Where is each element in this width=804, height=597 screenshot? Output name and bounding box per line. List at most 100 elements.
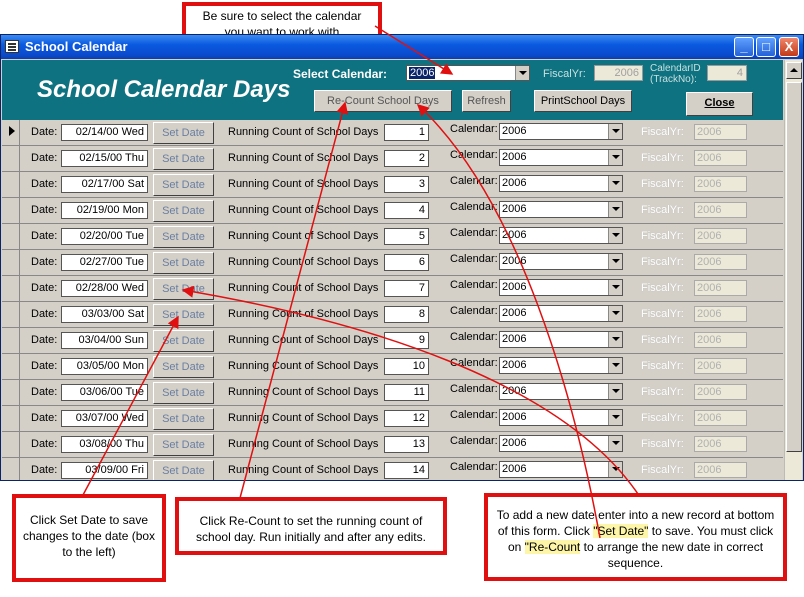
maximize-button[interactable]: □ [756, 37, 776, 57]
running-count-field[interactable]: 2 [384, 150, 429, 167]
set-date-button[interactable]: Set Date [153, 434, 214, 456]
calendar-combo[interactable]: 2006 [499, 253, 623, 270]
set-date-button[interactable]: Set Date [153, 460, 214, 480]
chevron-down-icon[interactable] [608, 436, 622, 451]
title-bar[interactable]: School Calendar _ □ X [1, 35, 803, 59]
chevron-down-icon[interactable] [608, 280, 622, 295]
record-selector[interactable] [2, 250, 20, 275]
calendar-combo[interactable]: 2006 [499, 357, 623, 374]
chevron-down-icon[interactable] [608, 306, 622, 321]
vertical-scrollbar[interactable] [784, 60, 802, 480]
date-field[interactable]: 03/05/00 Mon [61, 358, 148, 375]
record-selector[interactable] [2, 328, 20, 353]
date-field[interactable]: 03/06/00 Tue [61, 384, 148, 401]
calendar-combo[interactable]: 2006 [499, 461, 623, 478]
set-date-button[interactable]: Set Date [153, 304, 214, 326]
running-count-field[interactable]: 6 [384, 254, 429, 271]
chevron-down-icon[interactable] [608, 384, 622, 399]
date-field[interactable]: 02/17/00 Sat [61, 176, 148, 193]
running-count-field[interactable]: 9 [384, 332, 429, 349]
set-date-button[interactable]: Set Date [153, 382, 214, 404]
date-field[interactable]: 03/09/00 Fri [61, 462, 148, 479]
calendar-combo[interactable]: 2006 [499, 279, 623, 296]
record-selector[interactable] [2, 146, 20, 171]
running-count-field[interactable]: 12 [384, 410, 429, 427]
date-field[interactable]: 03/07/00 Wed [61, 410, 148, 427]
chevron-down-icon[interactable] [608, 410, 622, 425]
date-field[interactable]: 02/15/00 Thu [61, 150, 148, 167]
calendar-combo[interactable]: 2006 [499, 331, 623, 348]
running-count-field[interactable]: 1 [384, 124, 429, 141]
date-field[interactable]: 03/08/00 Thu [61, 436, 148, 453]
date-field[interactable]: 02/19/00 Mon [61, 202, 148, 219]
calendar-combo[interactable]: 2006 [499, 149, 623, 166]
date-field[interactable]: 03/03/00 Sat [61, 306, 148, 323]
calendar-value: 2006 [502, 281, 527, 293]
record-selector[interactable] [2, 432, 20, 457]
date-field[interactable]: 02/14/00 Wed [61, 124, 148, 141]
calendar-combo[interactable]: 2006 [499, 409, 623, 426]
running-count-field[interactable]: 11 [384, 384, 429, 401]
date-field[interactable]: 02/20/00 Tue [61, 228, 148, 245]
calendar-combo[interactable]: 2006 [499, 435, 623, 452]
calendar-combo[interactable]: 2006 [499, 123, 623, 140]
running-count-field[interactable]: 3 [384, 176, 429, 193]
running-count-field[interactable]: 5 [384, 228, 429, 245]
calendar-combo[interactable]: 2006 [499, 383, 623, 400]
running-count-field[interactable]: 8 [384, 306, 429, 323]
chevron-down-icon[interactable] [608, 332, 622, 347]
chevron-down-icon[interactable] [608, 202, 622, 217]
chevron-down-icon[interactable] [515, 66, 529, 80]
calendar-value: 2006 [502, 411, 527, 423]
record-selector[interactable] [2, 224, 20, 249]
set-date-button[interactable]: Set Date [153, 408, 214, 430]
scroll-thumb[interactable] [786, 82, 802, 452]
minimize-button[interactable]: _ [734, 37, 754, 57]
record-selector[interactable] [2, 406, 20, 431]
record-selector[interactable] [2, 198, 20, 223]
chevron-down-icon[interactable] [608, 150, 622, 165]
running-count-field[interactable]: 13 [384, 436, 429, 453]
record-selector[interactable] [2, 458, 20, 480]
set-date-button[interactable]: Set Date [153, 226, 214, 248]
chevron-down-icon[interactable] [608, 254, 622, 269]
set-date-button[interactable]: Set Date [153, 122, 214, 144]
chevron-down-icon[interactable] [608, 462, 622, 477]
date-field[interactable]: 02/28/00 Wed [61, 280, 148, 297]
refresh-button[interactable]: Refresh [462, 90, 511, 112]
calendar-label: Calendar: [450, 123, 498, 135]
recount-school-days-button[interactable]: Re-Count School Days [314, 90, 452, 112]
date-field[interactable]: 03/04/00 Sun [61, 332, 148, 349]
record-selector[interactable] [2, 276, 20, 301]
set-date-button[interactable]: Set Date [153, 330, 214, 352]
scroll-up-icon[interactable] [786, 62, 802, 79]
set-date-button[interactable]: Set Date [153, 252, 214, 274]
print-school-days-button[interactable]: PrintSchool Days [534, 90, 632, 112]
chevron-down-icon[interactable] [608, 176, 622, 191]
calendar-combo[interactable]: 2006 [499, 227, 623, 244]
close-window-button[interactable]: X [779, 37, 799, 57]
set-date-button[interactable]: Set Date [153, 278, 214, 300]
record-selector[interactable] [2, 354, 20, 379]
set-date-button[interactable]: Set Date [153, 356, 214, 378]
set-date-button[interactable]: Set Date [153, 148, 214, 170]
chevron-down-icon[interactable] [608, 228, 622, 243]
date-field[interactable]: 02/27/00 Tue [61, 254, 148, 271]
chevron-down-icon[interactable] [608, 358, 622, 373]
calendar-combo[interactable]: 2006 [499, 305, 623, 322]
running-count-field[interactable]: 7 [384, 280, 429, 297]
set-date-button[interactable]: Set Date [153, 174, 214, 196]
running-count-field[interactable]: 14 [384, 462, 429, 479]
record-selector[interactable] [2, 172, 20, 197]
calendar-combo[interactable]: 2006 [499, 201, 623, 218]
set-date-button[interactable]: Set Date [153, 200, 214, 222]
calendar-combo[interactable]: 2006 [499, 175, 623, 192]
record-selector[interactable] [2, 302, 20, 327]
chevron-down-icon[interactable] [608, 124, 622, 139]
select-calendar-combo[interactable]: 2006 [406, 65, 530, 81]
record-selector[interactable] [2, 380, 20, 405]
running-count-field[interactable]: 10 [384, 358, 429, 375]
close-form-button[interactable]: Close [686, 92, 753, 116]
running-count-field[interactable]: 4 [384, 202, 429, 219]
record-selector[interactable] [2, 120, 20, 145]
